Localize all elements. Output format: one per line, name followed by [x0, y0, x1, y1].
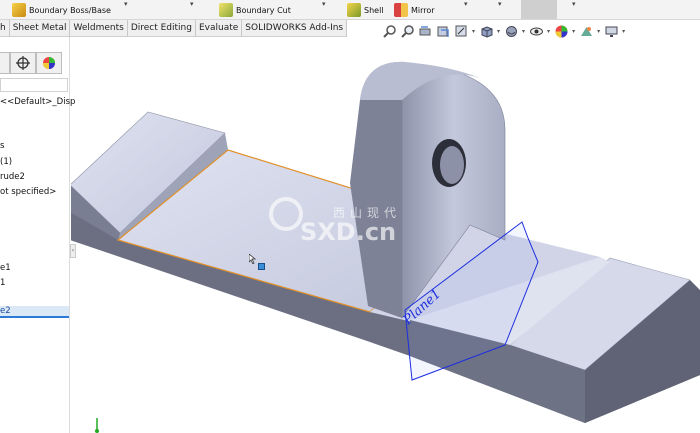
tree-item[interactable]: 1: [0, 278, 5, 288]
tab-direct-editing[interactable]: Direct Editing: [128, 20, 196, 37]
tree-item[interactable]: (1): [0, 157, 12, 167]
chevron-down-icon[interactable]: ▾: [597, 28, 600, 35]
mirror-icon: [394, 3, 408, 17]
graphics-area[interactable]: Plane1 西山现代 SXD.cn: [71, 37, 700, 433]
tab-dimxpert[interactable]: [10, 52, 36, 74]
svg-text:SXD.cn: SXD.cn: [300, 218, 396, 246]
boundary-cut-button[interactable]: Boundary Cut: [219, 1, 291, 19]
manager-tabs: [0, 52, 62, 74]
tree-item[interactable]: s: [0, 141, 4, 151]
tree-item-selected[interactable]: e2: [0, 306, 69, 318]
tree-item-display-state[interactable]: <<Default>_Disp: [0, 97, 75, 107]
boundary-cut-icon: [219, 3, 233, 17]
mirror-button[interactable]: Mirror: [394, 1, 435, 19]
tab-configuration[interactable]: [0, 52, 10, 74]
tree-item-material[interactable]: ot specified>: [0, 187, 56, 197]
ribbon-highlight: [521, 0, 557, 19]
chevron-down-icon[interactable]: ▾: [190, 0, 194, 8]
chevron-down-icon[interactable]: ▾: [622, 28, 625, 35]
mirror-label: Mirror: [411, 5, 435, 15]
mouse-cursor-icon: [249, 254, 257, 264]
chevron-down-icon[interactable]: ▾: [464, 0, 468, 8]
feature-manager-panel: <<Default>_Disp s (1) rude2 ot specified…: [0, 37, 75, 433]
appearance-ball-icon: [43, 57, 55, 69]
part-model: Plane1 西山现代 SXD.cn: [71, 61, 700, 423]
boundary-boss-icon: [12, 3, 26, 17]
tree-item-plane1[interactable]: e1: [0, 263, 11, 273]
chevron-down-icon[interactable]: ▾: [572, 28, 575, 35]
chevron-down-icon[interactable]: ▾: [124, 0, 128, 8]
chevron-down-icon[interactable]: ▾: [497, 28, 500, 35]
reference-triad-icon: [95, 418, 99, 433]
tree-item-extrude2[interactable]: rude2: [0, 172, 25, 182]
chevron-down-icon[interactable]: ▾: [522, 28, 525, 35]
selection-marker: [258, 263, 265, 270]
chevron-down-icon[interactable]: ▾: [572, 0, 576, 8]
command-manager-ribbon: Boundary Boss/Base Boundary Cut Shell Mi…: [0, 0, 700, 20]
chevron-down-icon[interactable]: ▾: [498, 0, 502, 8]
tab-evaluate[interactable]: Evaluate: [196, 20, 243, 37]
tab-features[interactable]: h: [0, 20, 10, 37]
tab-solidworks-addins[interactable]: SOLIDWORKS Add-Ins: [242, 20, 348, 37]
tree-filter-input[interactable]: [0, 78, 68, 92]
command-manager-tabs: h Sheet Metal Weldments Direct Editing E…: [0, 20, 348, 37]
tab-display-manager[interactable]: [36, 52, 62, 74]
crosshair-icon: [16, 56, 30, 70]
shell-button[interactable]: Shell: [347, 1, 384, 19]
tab-sheet-metal[interactable]: Sheet Metal: [10, 20, 71, 37]
boundary-boss-button[interactable]: Boundary Boss/Base: [12, 1, 111, 19]
shell-label: Shell: [364, 5, 384, 15]
boundary-cut-label: Boundary Cut: [236, 5, 291, 15]
boundary-boss-label: Boundary Boss/Base: [29, 5, 111, 15]
tab-weldments[interactable]: Weldments: [70, 20, 128, 37]
chevron-down-icon[interactable]: ▾: [547, 28, 550, 35]
shell-icon: [347, 3, 361, 17]
chevron-down-icon[interactable]: ▾: [472, 28, 475, 35]
chevron-down-icon[interactable]: ▾: [322, 0, 326, 8]
